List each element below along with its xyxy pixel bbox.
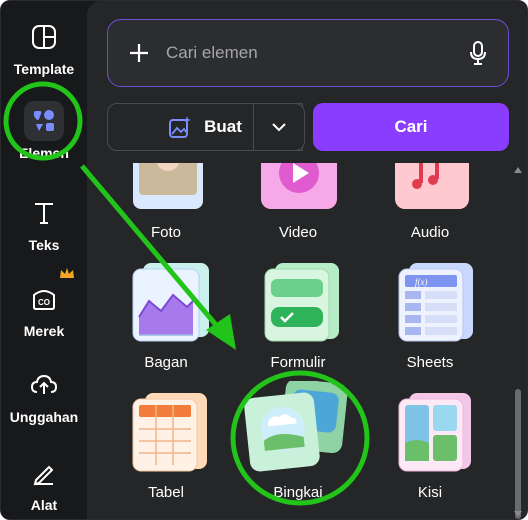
grid-item-tabel[interactable]: Tabel [101,381,231,501]
grid-item-bagan[interactable]: Bagan [101,251,231,371]
crown-icon [60,268,74,278]
grid-item-video[interactable]: Video [233,163,363,241]
sidebar-item-label: Teks [28,237,60,253]
search-input[interactable] [166,43,468,63]
sidebar-item-template[interactable]: Template [1,17,87,77]
grid-icon [398,393,471,472]
search-button[interactable]: Cari [313,103,509,151]
table-icon [132,393,207,472]
create-dropdown-button[interactable] [253,103,305,151]
grid-item-audio[interactable]: Audio [365,163,495,241]
create-button-label: Buat [204,117,242,136]
frame-icon [244,381,348,472]
grid-item-label: Sheets [406,354,454,371]
chart-icon [132,263,209,342]
grid-item-kisi[interactable]: Kisi [365,381,495,501]
magic-image-icon [169,116,192,138]
sidebar-item-label: Template [13,61,75,77]
upload-icon [24,365,64,405]
microphone-icon[interactable] [468,40,488,66]
chevron-down-icon [272,123,286,132]
tools-icon [24,453,64,493]
grid-item-foto[interactable]: Foto [101,163,231,241]
sidebar-item-alat[interactable]: Alat [1,453,87,513]
app-frame: Template Elemen Teks CO Merek Unggahan A… [0,0,528,520]
elements-grid: Foto Video Audio Bagan Formulir f(x) She… [87,163,513,519]
plus-icon[interactable] [128,42,150,64]
sidebar-item-unggahan[interactable]: Unggahan [1,365,87,425]
template-icon [24,17,64,57]
sidebar-item-teks[interactable]: Teks [1,193,87,253]
svg-text:f(x): f(x) [415,277,428,287]
text-icon [24,193,64,233]
form-icon [264,263,339,342]
grid-item-label: Foto [150,224,181,241]
grid-item-label: Tabel [148,484,184,501]
sidebar-item-label: Alat [30,497,58,513]
sidebar-item-merek[interactable]: CO Merek [1,268,87,339]
audio-icon [395,163,469,209]
grid-item-label: Audio [410,224,450,241]
grid-item-sheets[interactable]: f(x) Sheets [365,251,495,371]
search-box[interactable] [107,19,509,87]
video-icon [261,163,337,209]
scroll-thumb[interactable] [515,389,521,519]
sidebar-item-elemen[interactable]: Elemen [1,101,87,161]
scroll-up-icon[interactable] [514,167,522,173]
brand-icon: CO [24,279,64,319]
elements-panel: Buat Cari Foto Video [87,1,527,519]
svg-text:CO: CO [38,298,50,307]
grid-item-label: Formulir [270,354,326,371]
scroll-down-icon[interactable] [514,511,522,517]
photo-icon [133,163,203,209]
sidebar-item-label: Unggahan [9,409,79,425]
grid-item-formulir[interactable]: Formulir [233,251,363,371]
sidebar: Template Elemen Teks CO Merek Unggahan A… [1,1,87,519]
grid-item-label: Video [278,224,318,241]
grid-item-label: Bingkai [273,484,323,501]
grid-item-bingkai[interactable]: Bingkai [233,381,363,501]
panel-scrollbar[interactable] [513,167,523,519]
elements-icon [24,101,64,141]
grid-item-label: Kisi [417,484,443,501]
grid-item-label: Bagan [144,354,188,371]
sidebar-item-label: Elemen [19,145,69,161]
spreadsheet-icon: f(x) [398,263,473,342]
sidebar-item-label: Merek [23,323,65,339]
